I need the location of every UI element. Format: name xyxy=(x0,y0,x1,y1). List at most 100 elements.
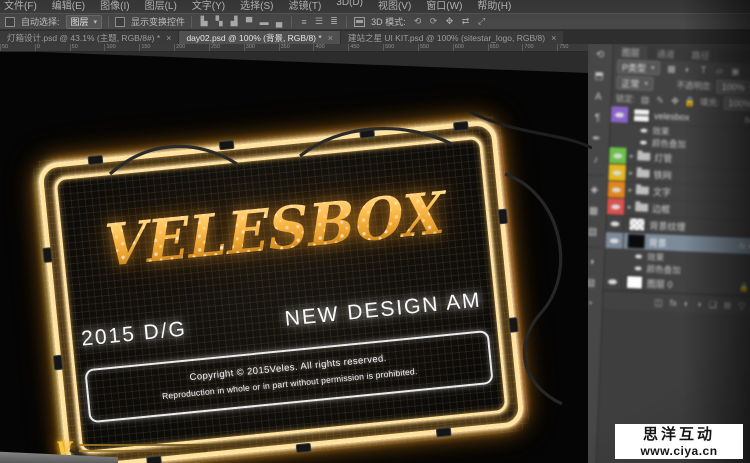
menu-item[interactable]: 帮助(H) xyxy=(477,0,511,12)
menu-item[interactable]: 窗口(W) xyxy=(426,0,462,12)
layer-name[interactable]: 背景 xyxy=(648,235,667,249)
close-tab-icon[interactable]: × xyxy=(551,33,556,43)
expand-arrow-icon[interactable]: ▸ xyxy=(626,169,635,177)
auto-select-checkbox[interactable] xyxy=(5,17,15,27)
menu-item[interactable]: 滤镜(T) xyxy=(289,0,322,12)
3d-roll-icon[interactable]: ⟳ xyxy=(428,16,440,28)
navigator-panel-icon[interactable]: ▧ xyxy=(588,225,601,239)
align-vertical-centers-icon[interactable]: ▬ xyxy=(258,16,270,28)
swatches-panel-icon[interactable]: ▤ xyxy=(588,276,599,290)
eye-icon[interactable] xyxy=(640,140,647,144)
new-layer-icon[interactable]: ⊞ xyxy=(723,300,731,311)
menu-item[interactable]: 图层(L) xyxy=(145,0,177,12)
layer-thumbnail[interactable] xyxy=(627,234,645,249)
fill-dropdown[interactable]: 100% ▾ xyxy=(723,96,750,112)
lock-transparency-icon[interactable]: ▨ xyxy=(639,93,651,105)
show-transform-checkbox[interactable] xyxy=(115,17,125,27)
menu-item[interactable]: 文字(Y) xyxy=(192,0,225,12)
filter-shape-layers-icon[interactable]: ▱ xyxy=(713,64,725,76)
properties-panel-icon[interactable]: ⬒ xyxy=(591,69,608,83)
visibility-toggle[interactable] xyxy=(609,147,628,164)
expand-arrow-icon[interactable]: ▸ xyxy=(625,203,634,211)
layer-thumbnail[interactable] xyxy=(626,275,644,290)
3d-drag-icon[interactable]: ✥ xyxy=(444,16,456,28)
visibility-toggle[interactable] xyxy=(606,215,625,232)
visibility-toggle[interactable] xyxy=(608,181,627,198)
document-tab[interactable]: 灯箱设计.psd @ 43.1% (主题, RGB/8#) *× xyxy=(0,31,178,44)
align-left-edges-icon[interactable]: ▙ xyxy=(198,16,210,28)
layer-name[interactable]: 铁网 xyxy=(653,168,672,182)
document-tab[interactable]: day02.psd @ 100% (背景, RGB/8) *× xyxy=(179,31,340,44)
expand-arrow-icon[interactable]: ▸ xyxy=(627,152,636,160)
align-horizontal-centers-icon[interactable]: ▚ xyxy=(213,16,225,28)
info-panel-icon[interactable]: ◈ xyxy=(588,183,603,197)
panel-tab-路径[interactable]: 路径 xyxy=(683,47,718,62)
panel-tab-图层[interactable]: 图层 xyxy=(613,44,648,59)
eye-icon[interactable] xyxy=(640,128,647,132)
filter-pixel-layers-icon[interactable]: ▦ xyxy=(665,62,677,74)
layer-effects-badge[interactable]: fx▾ xyxy=(739,241,750,251)
align-bottom-edges-icon[interactable]: ▄ xyxy=(273,16,285,28)
menu-item[interactable]: 3D(D) xyxy=(336,0,363,8)
paragraph-panel-icon[interactable]: ¶ xyxy=(589,111,606,125)
3d-slide-icon[interactable]: ⇄ xyxy=(460,16,472,28)
paths-panel-icon[interactable]: ✒ xyxy=(588,132,605,146)
layer-name[interactable]: 边框 xyxy=(652,201,671,215)
layer-name[interactable]: 图层 0 xyxy=(647,276,673,290)
expand-arrow-icon[interactable]: ▸ xyxy=(626,186,635,194)
histogram-panel-icon[interactable]: ▦ xyxy=(588,204,602,218)
adjustment-layer-icon[interactable]: ◑ xyxy=(696,299,702,309)
document-tab[interactable]: 建站之星 UI KIT.psd @ 100% (sitestar_logo, R… xyxy=(341,31,563,44)
distribute-bottom-icon[interactable]: ≣ xyxy=(328,16,340,28)
3d-rotate-icon[interactable]: ⟲ xyxy=(412,16,424,28)
align-right-edges-icon[interactable]: ▟ xyxy=(228,16,240,28)
layer-effects-badge[interactable]: fx▾ xyxy=(745,115,750,125)
close-tab-icon[interactable]: × xyxy=(166,33,171,43)
menu-item[interactable]: 选择(S) xyxy=(240,0,273,12)
visibility-toggle[interactable] xyxy=(605,232,624,249)
filter-type-layers-icon[interactable]: T xyxy=(697,64,709,76)
panel-tab-通道[interactable]: 通道 xyxy=(648,46,683,61)
delete-layer-icon[interactable]: ▽ xyxy=(738,300,745,311)
visibility-toggle[interactable] xyxy=(608,164,627,181)
close-tab-icon[interactable]: × xyxy=(328,33,333,43)
lock-pixels-icon[interactable]: ✎ xyxy=(654,94,666,106)
menu-item[interactable]: 文件(F) xyxy=(4,0,37,12)
visibility-toggle[interactable] xyxy=(611,106,630,123)
layer-mask-icon[interactable]: ◐ xyxy=(684,298,690,308)
3d-scale-icon[interactable]: ⤢ xyxy=(476,16,488,28)
distribute-top-icon[interactable]: ≡ xyxy=(298,16,310,28)
lock-all-icon[interactable]: 🔒 xyxy=(684,95,696,107)
character-panel-icon[interactable]: A xyxy=(590,90,607,104)
layer-name[interactable]: 背景纹理 xyxy=(649,218,686,232)
color-panel-icon[interactable]: ◑ xyxy=(588,255,600,269)
eye-icon[interactable] xyxy=(635,266,642,270)
layer-thumbnail[interactable] xyxy=(628,217,646,232)
adjustments-panel-icon[interactable]: ◔ xyxy=(588,297,598,311)
menu-item[interactable]: 视图(V) xyxy=(378,0,411,12)
history-panel-icon[interactable]: ⟲ xyxy=(592,48,609,62)
layer-name[interactable]: 文字 xyxy=(653,185,672,199)
auto-select-dropdown[interactable]: 图层 ▾ xyxy=(66,15,103,29)
eye-icon[interactable] xyxy=(635,254,642,258)
layer-style-icon[interactable]: fx xyxy=(670,298,677,308)
align-top-edges-icon[interactable]: ▀ xyxy=(243,16,255,28)
visibility-toggle[interactable] xyxy=(604,273,623,290)
layer-name[interactable]: velesbox xyxy=(654,111,690,122)
lock-position-icon[interactable]: ✥ xyxy=(669,95,681,107)
constrain-icon[interactable] xyxy=(353,16,365,28)
layer-name[interactable]: 灯管 xyxy=(654,151,673,165)
filter-smart-objects-icon[interactable]: ▣ xyxy=(729,65,741,77)
layer-thumbnail[interactable] xyxy=(633,108,651,123)
blend-mode-dropdown[interactable]: 正常 ▾ xyxy=(616,75,653,91)
visibility-toggle[interactable] xyxy=(607,198,626,215)
new-group-icon[interactable]: ❑ xyxy=(708,299,717,310)
canvas-area[interactable]: VELESBOX 2015 D/G NEW DESIGN AM Copyrigh… xyxy=(0,52,592,463)
timeline-panel-icon[interactable]: ♪ xyxy=(588,153,604,167)
opacity-dropdown[interactable]: 100% ▾ xyxy=(716,80,750,96)
filter-type-dropdown[interactable]: P类型 ▾ xyxy=(617,59,660,75)
filter-adjustment-layers-icon[interactable]: ◐ xyxy=(681,63,693,75)
menu-item[interactable]: 编辑(E) xyxy=(52,0,85,12)
link-layers-icon[interactable]: ◫ xyxy=(654,297,663,308)
menu-item[interactable]: 图像(I) xyxy=(100,0,129,12)
